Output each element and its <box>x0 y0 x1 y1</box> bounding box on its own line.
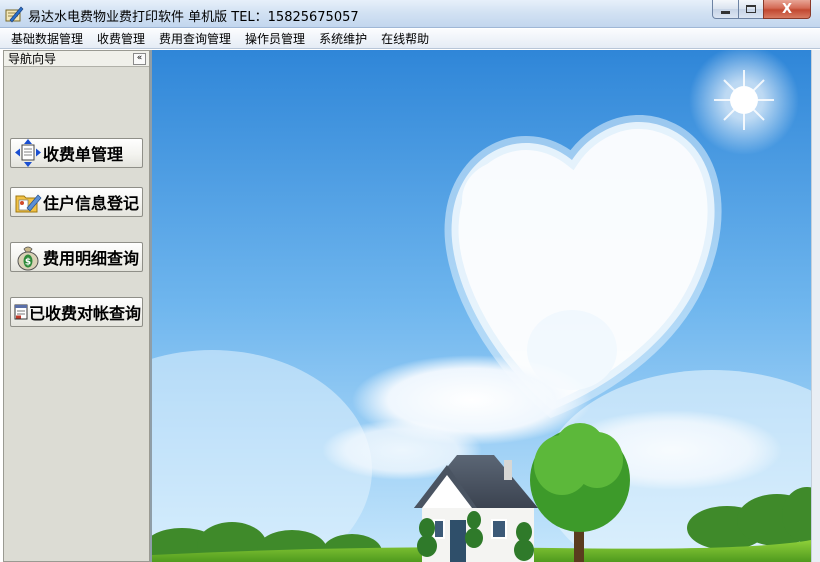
nav-button-label: 收费单管理 <box>43 145 124 164</box>
menu-operator-management[interactable]: 操作员管理 <box>238 29 312 49</box>
maximize-button[interactable] <box>738 0 764 19</box>
nav-button-reconciliation[interactable]: 已收费对帐查询 <box>10 297 143 327</box>
nav-button-resident-registration[interactable]: 住户信息登记 <box>10 187 143 217</box>
collapse-nav-button[interactable]: « <box>133 52 146 65</box>
window-title: 易达水电费物业费打印软件 单机版 TEL：15825675057 <box>28 10 359 25</box>
svg-text:$: $ <box>25 258 31 268</box>
nav-title: 导航向导 <box>8 52 57 66</box>
nav-button-fee-details[interactable]: $ 费用明细查询 <box>10 242 143 272</box>
minimize-icon <box>721 11 730 14</box>
menu-basic-data[interactable]: 基础数据管理 <box>4 29 90 49</box>
title-bar[interactable]: 易达水电费物业费打印软件 单机版 TEL：15825675057 X <box>0 0 820 28</box>
menu-bar: 基础数据管理 收费管理 费用查询管理 操作员管理 系统维护 在线帮助 <box>0 29 820 49</box>
receipt-icon <box>14 304 28 320</box>
nav-button-label: 住户信息登记 <box>43 194 140 213</box>
document-arrows-icon <box>15 139 41 167</box>
folder-edit-icon <box>15 194 42 213</box>
maximize-icon <box>746 5 756 13</box>
nav-button-label: 费用明细查询 <box>43 249 140 268</box>
menu-online-help[interactable]: 在线帮助 <box>374 29 436 49</box>
menu-system-maintenance[interactable]: 系统维护 <box>312 29 374 49</box>
window-right-edge <box>811 50 820 562</box>
navigation-pane: 导航向导 « 收费单管理 住户信息登记 $ 费用明细查询 已收费对帐查询 <box>3 50 150 562</box>
nav-button-charge-slips[interactable]: 收费单管理 <box>10 138 143 168</box>
double-chevron-left-icon: « <box>136 53 143 63</box>
close-button[interactable]: X <box>763 0 811 19</box>
money-bag-icon: $ <box>17 246 39 271</box>
landscape-illustration <box>152 50 811 562</box>
close-icon: X <box>781 1 793 17</box>
minimize-button[interactable] <box>712 0 739 19</box>
app-icon <box>5 6 24 23</box>
menu-fee-query[interactable]: 费用查询管理 <box>152 29 238 49</box>
nav-button-label: 已收费对帐查询 <box>29 304 142 323</box>
main-background-image <box>152 50 811 562</box>
menu-charge-management[interactable]: 收费管理 <box>90 29 152 49</box>
nav-header: 导航向导 « <box>4 51 149 67</box>
